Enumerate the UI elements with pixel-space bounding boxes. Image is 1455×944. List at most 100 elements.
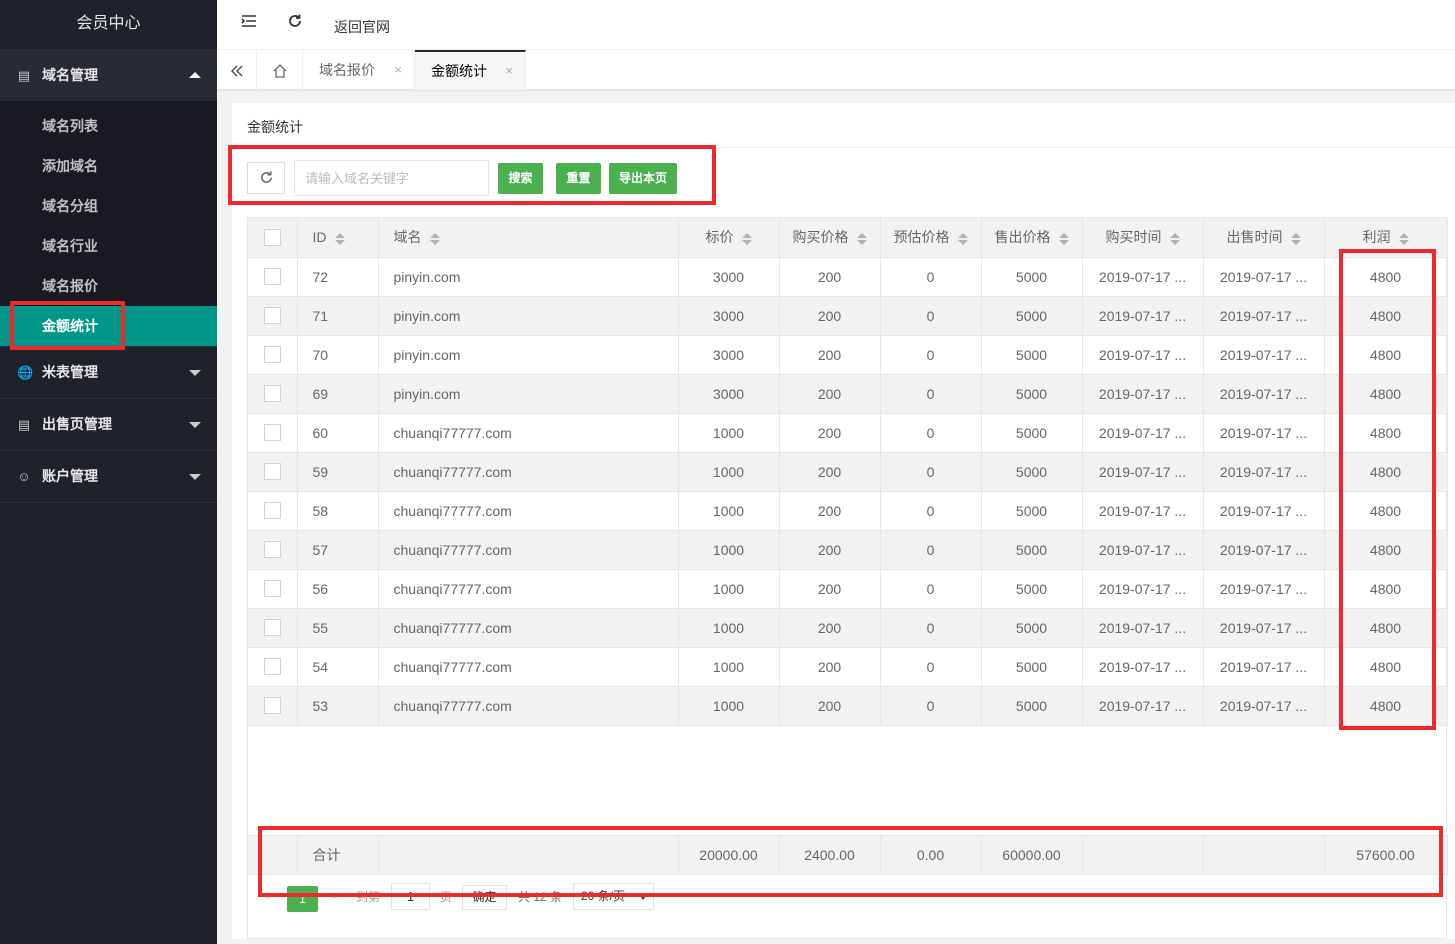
search-input[interactable] bbox=[294, 160, 489, 196]
col-header-list-price[interactable]: 标价 bbox=[678, 218, 780, 258]
export-button[interactable]: 导出本页 bbox=[609, 163, 677, 194]
table-row[interactable]: 54 chuanqi77777.com 1000 200 0 5000 2019-07-17… bbox=[248, 647, 1448, 687]
cell-id: 58 bbox=[297, 491, 379, 531]
nav-mibiao-label: 米表管理 bbox=[42, 364, 98, 380]
row-checkbox-cell bbox=[248, 452, 298, 492]
col-label: 预估价格 bbox=[893, 229, 950, 246]
row-checkbox[interactable] bbox=[263, 658, 281, 676]
total-buy-price: 2400.00 bbox=[779, 835, 881, 875]
cell-domain: chuanqi77777.com bbox=[378, 608, 679, 648]
nav-sale-page-management[interactable]: ▤ 出售页管理 bbox=[0, 399, 217, 450]
sort-icon[interactable] bbox=[957, 232, 968, 245]
page-number-current[interactable]: 1 bbox=[287, 886, 318, 912]
table-row[interactable]: 59 chuanqi77777.com 1000 200 0 5000 2019-07-17… bbox=[248, 452, 1448, 492]
row-checkbox[interactable] bbox=[263, 463, 281, 481]
table-row[interactable]: 55 chuanqi77777.com 1000 200 0 5000 2019-07-17… bbox=[248, 608, 1448, 648]
next-page-icon[interactable]: > bbox=[332, 888, 340, 903]
sort-icon[interactable] bbox=[1290, 232, 1301, 245]
col-header-buy-price[interactable]: 购买价格 bbox=[779, 218, 881, 258]
sidebar-item-domain-group[interactable]: 域名分组 bbox=[0, 186, 217, 226]
sort-icon[interactable] bbox=[429, 232, 440, 245]
col-header-buy-time[interactable]: 购买时间 bbox=[1082, 218, 1204, 258]
page-size-value: 20 条/页 bbox=[581, 889, 626, 903]
row-checkbox[interactable] bbox=[263, 502, 281, 520]
nav-account-management[interactable]: ☺ 账户管理 bbox=[0, 451, 217, 502]
col-header-sell-price[interactable]: 售出价格 bbox=[981, 218, 1083, 258]
goto-page-input[interactable] bbox=[391, 883, 430, 910]
col-header-id[interactable]: ID bbox=[297, 218, 379, 258]
total-row: 合计 20000.00 2400.00 0.00 60000.00 57600.… bbox=[248, 835, 1448, 875]
sort-icon[interactable] bbox=[1169, 232, 1180, 245]
back-to-site-link[interactable]: 返回官网 bbox=[334, 17, 390, 37]
select-all-checkbox[interactable] bbox=[263, 229, 281, 247]
sidebar-item-domain-list[interactable]: 域名列表 bbox=[0, 106, 217, 146]
total-count: 共 12 条 bbox=[518, 890, 563, 904]
cell-list-price: 3000 bbox=[678, 296, 780, 336]
reset-button[interactable]: 重置 bbox=[556, 163, 601, 194]
row-checkbox[interactable] bbox=[263, 619, 281, 637]
col-header-domain[interactable]: 域名 bbox=[378, 218, 679, 258]
page-size-select[interactable]: 20 条/页 bbox=[573, 883, 654, 910]
sort-icon[interactable] bbox=[334, 232, 345, 245]
total-empty-cell bbox=[378, 835, 679, 875]
tab-domain-quote-label: 域名报价 bbox=[319, 62, 375, 78]
cell-sell-price: 5000 bbox=[981, 296, 1083, 336]
table-row[interactable]: 58 chuanqi77777.com 1000 200 0 5000 2019-07-17… bbox=[248, 491, 1448, 531]
sidebar-item-amount-stats[interactable]: 金额统计 bbox=[0, 306, 217, 346]
sidebar-item-domain-industry[interactable]: 域名行业 bbox=[0, 226, 217, 266]
sort-icon[interactable] bbox=[856, 232, 867, 245]
row-checkbox[interactable] bbox=[263, 346, 281, 364]
refresh-button[interactable] bbox=[247, 162, 285, 194]
nav-domain-management[interactable]: ▤ 域名管理 bbox=[0, 50, 217, 101]
cell-sell-time: 2019-07-17 ... bbox=[1203, 608, 1325, 648]
table-row[interactable]: 69 pinyin.com 3000 200 0 5000 2019-07-17 ... 20… bbox=[248, 374, 1448, 414]
row-checkbox[interactable] bbox=[263, 268, 281, 286]
close-icon[interactable]: × bbox=[505, 52, 513, 90]
goto-confirm-button[interactable]: 确定 bbox=[462, 885, 507, 910]
tab-domain-quote[interactable]: 域名报价 × bbox=[303, 50, 415, 90]
sort-icon[interactable] bbox=[1058, 232, 1069, 245]
row-checkbox[interactable] bbox=[263, 424, 281, 442]
table-row[interactable]: 53 chuanqi77777.com 1000 200 0 5000 2019-07-17… bbox=[248, 686, 1448, 726]
close-icon[interactable]: × bbox=[394, 50, 402, 90]
col-label: 域名 bbox=[393, 229, 422, 246]
table-row[interactable]: 71 pinyin.com 3000 200 0 5000 2019-07-17 ... 20… bbox=[248, 296, 1448, 336]
row-checkbox[interactable] bbox=[263, 580, 281, 598]
cell-sell-price: 5000 bbox=[981, 530, 1083, 570]
menu-toggle-icon[interactable] bbox=[241, 13, 257, 34]
cell-id: 56 bbox=[297, 569, 379, 609]
home-icon[interactable] bbox=[257, 50, 303, 90]
sidebar-item-add-domain[interactable]: 添加域名 bbox=[0, 146, 217, 186]
row-checkbox[interactable] bbox=[263, 385, 281, 403]
cell-list-price: 1000 bbox=[678, 491, 780, 531]
tab-amount-stats[interactable]: 金额统计 × bbox=[415, 50, 526, 90]
cell-domain: chuanqi77777.com bbox=[378, 686, 679, 726]
table-row[interactable]: 57 chuanqi77777.com 1000 200 0 5000 2019-07-17… bbox=[248, 530, 1448, 570]
cell-list-price: 1000 bbox=[678, 530, 780, 570]
col-header-est-price[interactable]: 预估价格 bbox=[880, 218, 982, 258]
cell-est-price: 0 bbox=[880, 686, 982, 726]
table-row[interactable]: 72 pinyin.com 3000 200 0 5000 2019-07-17 ... 20… bbox=[248, 257, 1448, 297]
table-row[interactable]: 60 chuanqi77777.com 1000 200 0 5000 2019-07-17… bbox=[248, 413, 1448, 453]
refresh-icon[interactable] bbox=[287, 13, 303, 34]
search-button[interactable]: 搜索 bbox=[498, 163, 543, 194]
sort-icon[interactable] bbox=[741, 232, 752, 245]
nav-mibiao-management[interactable]: 🌐 米表管理 bbox=[0, 347, 217, 398]
cell-est-price: 0 bbox=[880, 374, 982, 414]
globe-icon: 🌐 bbox=[17, 365, 34, 380]
table-row[interactable]: 56 chuanqi77777.com 1000 200 0 5000 2019-07-17… bbox=[248, 569, 1448, 609]
table-row[interactable]: 70 pinyin.com 3000 200 0 5000 2019-07-17 ... 20… bbox=[248, 335, 1448, 375]
prev-page-icon[interactable]: < bbox=[263, 888, 271, 903]
col-header-profit[interactable]: 利润 bbox=[1324, 218, 1448, 258]
row-checkbox[interactable] bbox=[263, 307, 281, 325]
row-checkbox[interactable] bbox=[263, 697, 281, 715]
cell-buy-time: 2019-07-17 ... bbox=[1082, 647, 1204, 687]
col-header-sell-time[interactable]: 出售时间 bbox=[1203, 218, 1325, 258]
tab-scroll-left-icon[interactable] bbox=[217, 50, 257, 90]
top-header: 返回官网 bbox=[217, 0, 1455, 50]
cell-domain: pinyin.com bbox=[378, 257, 679, 297]
page-unit-label: 页 bbox=[440, 890, 453, 904]
sort-icon[interactable] bbox=[1398, 232, 1409, 245]
row-checkbox[interactable] bbox=[263, 541, 281, 559]
sidebar-item-domain-quote[interactable]: 域名报价 bbox=[0, 266, 217, 306]
